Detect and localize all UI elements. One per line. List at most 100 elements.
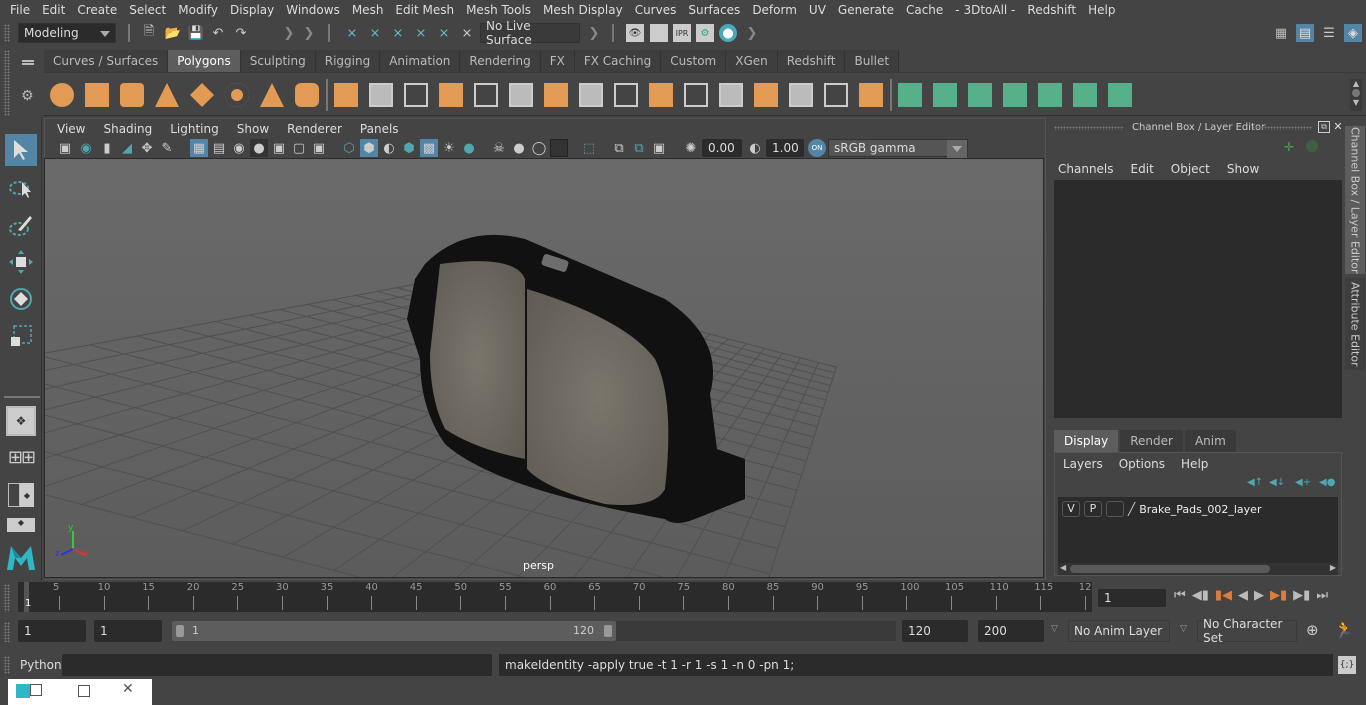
2d-pan-zoom-icon[interactable]: ✥ [138,139,156,157]
menu-3dtoall[interactable]: - 3DtoAll - [949,3,1021,17]
snap-to-curve-icon[interactable]: ⨯ [366,24,384,42]
snap-to-point-icon[interactable]: ⨯ [389,24,407,42]
perspective-viewport[interactable]: y x z persp [44,158,1044,578]
automatic-uv-icon[interactable] [1001,81,1029,109]
connect-icon[interactable] [752,81,780,109]
panel-menu-show[interactable]: Show [228,122,278,136]
isolate-select-icon[interactable]: ⬚ [580,139,598,157]
snap-to-grid-icon[interactable]: ⨯ [343,24,361,42]
timeline-track[interactable]: 1 5 10 15 20 25 30 35 40 45 50 55 60 65 70 75 80 85 90 95 1… [18,582,1092,612]
range-start-handle[interactable] [176,625,184,637]
gear-icon[interactable]: ⚙ [21,88,34,104]
command-input[interactable] [62,654,492,676]
planar-uv-icon[interactable] [896,81,924,109]
auto-key-icon[interactable]: ⊕ [1306,621,1319,639]
extrude-icon[interactable] [507,81,535,109]
open-scene-icon[interactable]: 📂 [164,24,182,42]
play-backwards-icon[interactable]: ◀ [1238,588,1248,603]
menu-redshift[interactable]: Redshift [1021,3,1082,17]
menu-mesh-display[interactable]: Mesh Display [537,3,629,17]
attribute-editor-toggle-icon[interactable]: ▤ [1296,24,1314,42]
create-layer-from-selected-icon[interactable]: ◀● [1319,477,1335,488]
channel-menu-object[interactable]: Object [1171,162,1210,176]
menu-help[interactable]: Help [1082,3,1121,17]
persp-graph-layout-icon[interactable]: ◆ [5,516,37,534]
xray-joints-icon[interactable]: ⧉ [630,139,648,157]
chevron-down-icon[interactable]: ▽ [1180,624,1187,634]
shelf-tab-curves-surfaces[interactable]: Curves / Surfaces [44,50,169,72]
color-space-dropdown[interactable]: sRGB gamma [828,139,968,158]
menu-edit[interactable]: Edit [36,3,71,17]
collapse-arrow-icon[interactable]: ❯ [585,24,603,42]
collapse-arrow-icon[interactable]: ❯ [300,24,318,42]
layer-menu-help[interactable]: Help [1181,457,1208,471]
menu-generate[interactable]: Generate [832,3,900,17]
scrollbar-thumb[interactable] [1070,565,1270,573]
select-camera-icon[interactable]: ▣ [56,139,74,157]
play-forwards-icon[interactable]: ▶ [1254,588,1264,603]
drag-handle[interactable] [4,50,10,116]
close-icon[interactable]: ✕ [122,681,134,697]
layer-tab-display[interactable]: Display [1054,430,1119,452]
shelf-tab-custom[interactable]: Custom [661,50,727,72]
layer-menu-layers[interactable]: Layers [1063,457,1103,471]
scroll-down-icon[interactable]: ▼ [1350,98,1362,107]
channel-menu-channels[interactable]: Channels [1058,162,1114,176]
shelf-scroll[interactable]: ▲ ▼ [1350,79,1362,111]
playback-end-field[interactable]: 120 [902,620,968,642]
drag-handle[interactable] [1252,126,1312,130]
separate-icon[interactable] [367,81,395,109]
exposure-field[interactable]: 0.00 [702,139,742,157]
menu-file[interactable]: File [4,3,36,17]
wireframe-icon[interactable]: ⬡ [340,139,358,157]
shelf-tab-xgen[interactable]: XGen [726,50,778,72]
panel-menu-lighting[interactable]: Lighting [161,122,228,136]
dropdown-button[interactable] [947,140,967,158]
fill-hole-icon[interactable] [647,81,675,109]
manipulator-axis-icon[interactable]: ✛ [1284,140,1294,154]
menu-uv[interactable]: UV [803,3,832,17]
xray-active-components-icon[interactable]: ▣ [650,139,668,157]
channel-list[interactable] [1054,180,1342,418]
grease-pencil-icon[interactable]: ✎ [158,139,176,157]
create-empty-layer-icon[interactable]: ◀+ [1295,477,1311,488]
end-time-field[interactable]: 200 [978,620,1044,642]
combine-icon[interactable] [332,81,360,109]
playback-start-field[interactable]: 1 [94,620,162,642]
shelf-tab-fx[interactable]: FX [540,50,575,72]
shelf-tab-rendering[interactable]: Rendering [460,50,541,72]
ipr-render-icon[interactable]: IPR [673,24,691,42]
undo-icon[interactable]: ↶ [209,24,227,42]
layer-tab-anim[interactable]: Anim [1184,430,1236,452]
shelf-menu-icon[interactable] [22,60,34,62]
spherical-uv-icon[interactable] [966,81,994,109]
float-panel-icon[interactable]: ⧉ [1318,121,1330,133]
render-view-icon[interactable]: 👁 [626,24,644,42]
menu-mesh[interactable]: Mesh [346,3,390,17]
menu-edit-mesh[interactable]: Edit Mesh [389,3,460,17]
film-gate-icon[interactable]: ▤ [210,139,228,157]
depth-of-field-icon[interactable] [550,139,568,157]
step-back-key-icon[interactable]: ▮◀ [1215,588,1232,603]
restore-icon[interactable] [30,684,42,696]
maximize-icon[interactable] [78,685,90,697]
field-chart-icon[interactable]: ▣ [270,139,288,157]
hypershade-icon[interactable]: ● [719,24,737,42]
layer-menu-options[interactable]: Options [1119,457,1165,471]
use-all-lights-icon[interactable]: ☀ [440,139,458,157]
menu-modify[interactable]: Modify [172,3,224,17]
live-surface-field[interactable]: No Live Surface [480,19,580,47]
scroll-left-icon[interactable]: ◀ [1060,563,1066,572]
script-language-toggle[interactable]: Python [20,658,62,672]
render-current-frame-icon[interactable] [650,24,668,42]
offset-edge-loop-icon[interactable] [717,81,745,109]
mirror-icon[interactable] [402,81,430,109]
drag-handle[interactable] [4,656,10,674]
close-icon[interactable]: ✕ [1332,121,1344,133]
tool-settings-toggle-icon[interactable]: ☰ [1320,24,1338,42]
poly-sphere-icon[interactable] [48,81,76,109]
snap-to-view-plane-icon[interactable]: ⨯ [412,24,430,42]
menu-select[interactable]: Select [123,3,172,17]
modeling-toolkit-icon[interactable]: ▦ [1272,24,1290,42]
channel-menu-show[interactable]: Show [1227,162,1259,176]
